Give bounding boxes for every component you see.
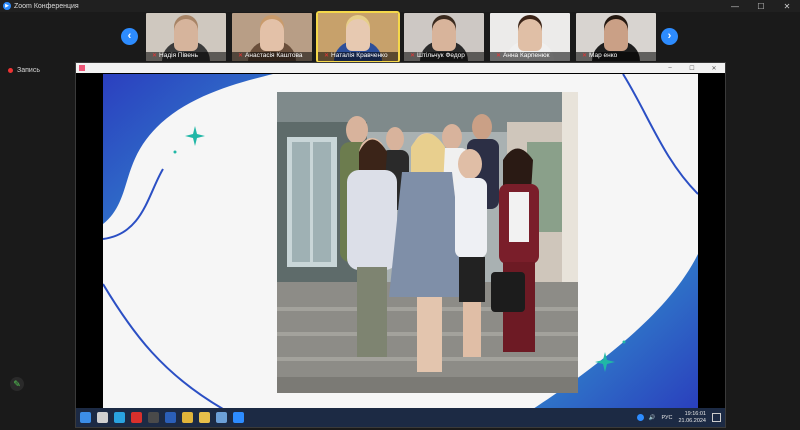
participant-face bbox=[604, 19, 628, 51]
participant-tile[interactable]: ✕ Штільчук Федор bbox=[404, 13, 484, 61]
windows-taskbar: 🔊 РУС 19:16:01 21.06.2024 bbox=[76, 408, 725, 427]
top-right-curve bbox=[622, 74, 698, 195]
shared-window-titlebar: – ☐ ✕ bbox=[76, 63, 725, 73]
chrome-icon[interactable] bbox=[182, 412, 193, 423]
participant-name-label: ✕ Надія Півень bbox=[146, 52, 226, 61]
participant-name-label: ✕ Анна Карпенюк bbox=[490, 52, 570, 61]
telegram-icon[interactable] bbox=[114, 412, 125, 423]
recording-indicator[interactable]: Запись bbox=[8, 67, 40, 74]
participant-name-label: ✕ Штільчук Федор bbox=[404, 52, 484, 61]
sparkle-dot bbox=[173, 150, 177, 154]
participant-name: Анна Карпенюк bbox=[503, 52, 550, 59]
muted-mic-icon: ✕ bbox=[324, 53, 330, 59]
participant-face bbox=[518, 19, 542, 51]
presentation-slide bbox=[103, 74, 698, 409]
record-dot-icon bbox=[8, 68, 13, 73]
language-indicator[interactable]: РУС bbox=[661, 415, 672, 421]
notification-icon[interactable] bbox=[712, 413, 721, 422]
participant-strip: ‹ ✕ Надія Півень ✕ Анастасія Каштова ✕ Наталі… bbox=[0, 11, 800, 63]
participant-tile[interactable]: ✕ Анна Карпенюк bbox=[490, 13, 570, 61]
volume-icon[interactable]: 🔊 bbox=[649, 415, 656, 421]
participant-name: Штільчук Федор bbox=[417, 52, 465, 59]
minimize-button[interactable]: — bbox=[722, 2, 748, 11]
sparkle-left-icon bbox=[185, 126, 205, 146]
participant-name: Мар енко bbox=[589, 52, 618, 59]
top-left-wave bbox=[103, 74, 273, 224]
bottom-left-curve bbox=[103, 283, 224, 409]
muted-mic-icon: ✕ bbox=[496, 53, 502, 59]
group-photo-image bbox=[277, 92, 578, 393]
close-button[interactable]: ✕ bbox=[774, 2, 800, 11]
windows-start-icon[interactable] bbox=[80, 412, 91, 423]
zoom-icon[interactable] bbox=[233, 412, 244, 423]
sparkle-dot-right bbox=[622, 340, 626, 344]
system-tray: 🔊 РУС 19:16:01 21.06.2024 bbox=[636, 410, 721, 425]
participant-face bbox=[346, 19, 370, 51]
participant-name-label: ✕ Мар енко bbox=[576, 52, 656, 61]
pen-icon[interactable]: ✎ bbox=[10, 377, 24, 391]
shared-minimize-button[interactable]: – bbox=[659, 65, 681, 71]
maximize-button[interactable]: ☐ bbox=[748, 2, 774, 11]
shared-close-button[interactable]: ✕ bbox=[703, 65, 725, 72]
shared-screen: – ☐ ✕ 🔊 РУС 19:16:01 21.06.2024 bbox=[75, 62, 726, 428]
participant-name: Анастасія Каштова bbox=[245, 52, 303, 59]
word-icon[interactable] bbox=[165, 412, 176, 423]
previous-participants-button[interactable]: ‹ bbox=[121, 28, 138, 45]
clock-date: 21.06.2024 bbox=[678, 417, 706, 424]
participant-name: Наталія Кравченко bbox=[331, 52, 388, 59]
participant-name: Надія Півень bbox=[159, 52, 198, 59]
participant-tile[interactable]: ✕ Анастасія Каштова bbox=[232, 13, 312, 61]
recording-label: Запись bbox=[17, 67, 40, 74]
muted-mic-icon: ✕ bbox=[410, 53, 416, 59]
window-title: Zoom Конференция bbox=[14, 2, 79, 10]
group-photo bbox=[277, 92, 578, 393]
muted-mic-icon: ✕ bbox=[238, 53, 244, 59]
app-icon bbox=[79, 65, 85, 71]
participant-face bbox=[260, 19, 284, 51]
muted-mic-icon: ✕ bbox=[152, 53, 158, 59]
next-participants-button[interactable]: › bbox=[661, 28, 678, 45]
pdf-icon[interactable] bbox=[131, 412, 142, 423]
participant-face bbox=[432, 19, 456, 51]
calculator-icon[interactable] bbox=[148, 412, 159, 423]
zoom-logo-icon: ▶ bbox=[3, 2, 11, 10]
participant-face bbox=[174, 19, 198, 51]
shared-maximize-button[interactable]: ☐ bbox=[681, 65, 703, 72]
participant-name-label: ✕ Анастасія Каштова bbox=[232, 52, 312, 61]
participant-tile[interactable]: ✕ Наталія Кравченко bbox=[316, 11, 400, 63]
photos-icon[interactable] bbox=[216, 412, 227, 423]
participant-name-label: ✕ Наталія Кравченко bbox=[318, 52, 398, 61]
participant-tile[interactable]: ✕ Мар енко bbox=[576, 13, 656, 61]
explorer-icon[interactable] bbox=[199, 412, 210, 423]
zoom-title-bar: ▶ Zoom Конференция — ☐ ✕ bbox=[0, 0, 800, 12]
muted-mic-icon: ✕ bbox=[582, 53, 588, 59]
tray-icon[interactable] bbox=[636, 414, 644, 421]
participant-tile[interactable]: ✕ Надія Півень bbox=[146, 13, 226, 61]
clock[interactable]: 19:16:01 21.06.2024 bbox=[678, 411, 706, 424]
search-icon[interactable] bbox=[97, 412, 108, 423]
